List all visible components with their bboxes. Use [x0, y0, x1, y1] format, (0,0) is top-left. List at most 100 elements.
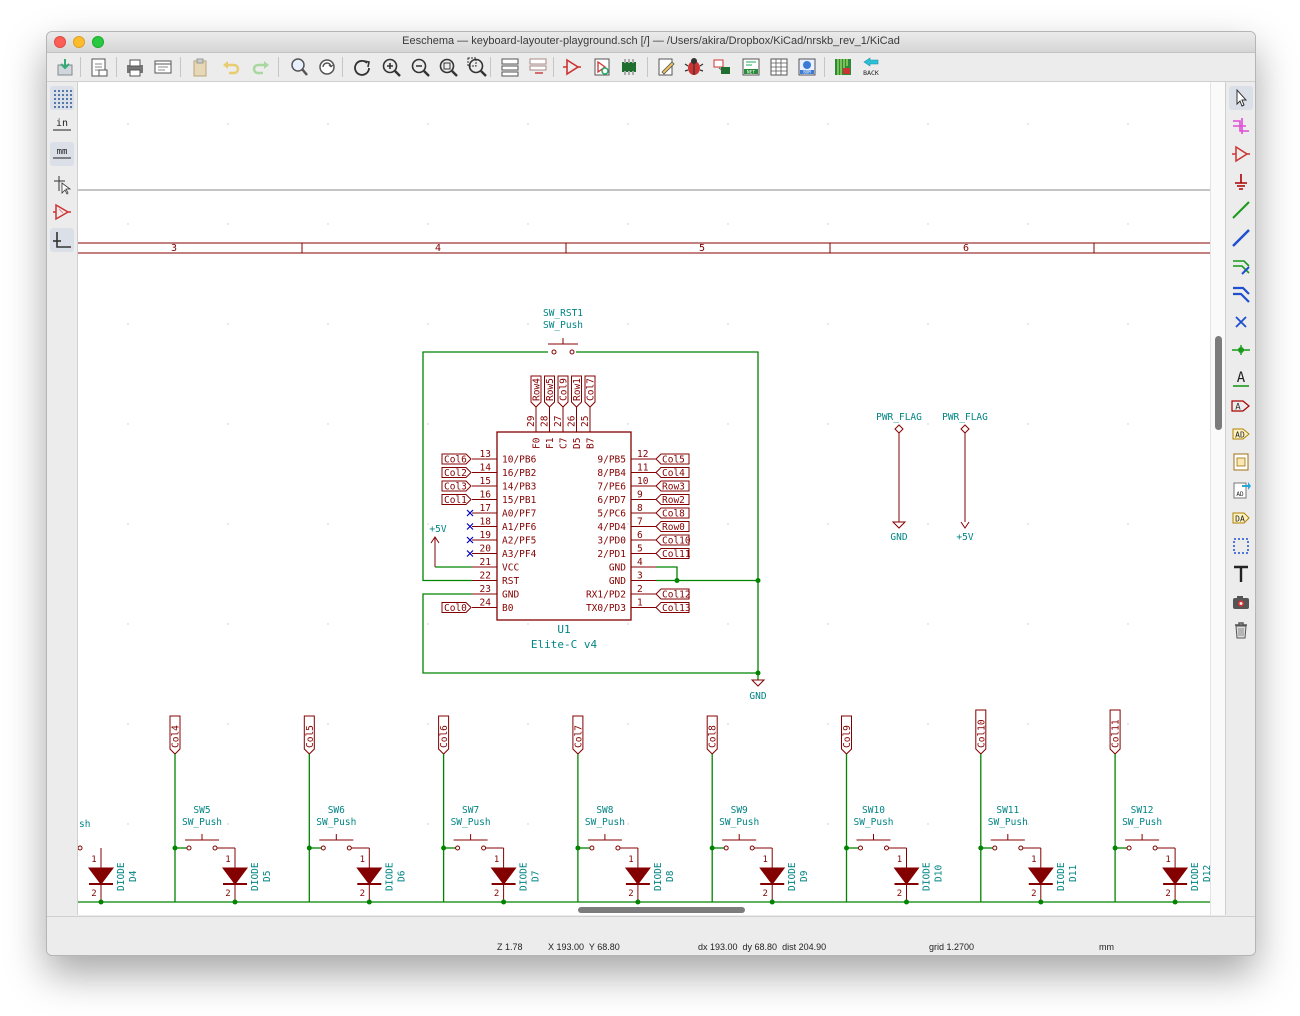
zoom-fit-button[interactable]	[436, 55, 460, 79]
redraw-button[interactable]	[350, 55, 374, 79]
zoom-selection-icon	[467, 57, 487, 77]
sheet-pin-icon[interactable]: DA	[1229, 506, 1253, 530]
switch-contact	[884, 845, 889, 851]
mcu-pin-number: 10	[637, 476, 649, 487]
bus-to-bus-entry-icon[interactable]	[1229, 282, 1253, 306]
diode-triangle	[356, 867, 383, 885]
redraw-icon	[354, 60, 370, 76]
column-label-text: Col11	[1111, 719, 1122, 748]
hierarchical-sheet-icon[interactable]	[1229, 450, 1253, 474]
global-label-text: Col6	[444, 455, 467, 466]
junction-dot	[978, 845, 984, 851]
save-button[interactable]	[53, 55, 77, 79]
back-button[interactable]: BACK	[859, 55, 883, 79]
find-icon	[291, 58, 308, 76]
footprint-editor-button[interactable]	[617, 55, 641, 79]
erc-button[interactable]	[682, 55, 706, 79]
select-tool-icon[interactable]	[1229, 86, 1253, 110]
switch-value: SW_Push	[316, 817, 356, 828]
global-label-icon[interactable]: A	[1229, 394, 1253, 418]
wire-to-bus-entry-icon[interactable]	[1229, 254, 1253, 278]
leave-sheet-button[interactable]	[526, 55, 550, 79]
bom-table-button[interactable]	[767, 55, 791, 79]
switch-reference: SW11	[996, 805, 1019, 816]
redo-button[interactable]	[249, 55, 273, 79]
vertical-scroll-thumb[interactable]	[1215, 336, 1222, 430]
diode-reference: D9	[799, 870, 810, 882]
zoom-selection-button[interactable]	[465, 55, 489, 79]
add-image-icon[interactable]	[1229, 590, 1253, 614]
grid-toggle-icon[interactable]	[50, 86, 74, 110]
symbol-editor-button[interactable]	[560, 55, 584, 79]
net-label-icon[interactable]: A	[1229, 366, 1253, 390]
hierarchy-button[interactable]	[498, 55, 522, 79]
switch-contact	[1152, 845, 1158, 851]
page-settings-button[interactable]	[87, 55, 111, 79]
undo-button[interactable]	[219, 55, 243, 79]
diode-pin-number: 1	[360, 855, 365, 865]
mcu-pin-number: 4	[637, 557, 643, 568]
cursor-shape-icon[interactable]	[50, 172, 74, 196]
zoom-out-button[interactable]	[408, 55, 432, 79]
switch-contact	[992, 845, 998, 851]
bom-button[interactable]: BOM	[795, 55, 819, 79]
netlist-button[interactable]: NET	[739, 55, 763, 79]
junction-icon[interactable]	[1229, 338, 1253, 362]
mcu-pin-number: 23	[480, 584, 491, 595]
toolbar-separator	[80, 57, 81, 77]
add-symbol-icon[interactable]	[1229, 142, 1253, 166]
assign-footprints-button[interactable]	[710, 55, 734, 79]
vertical-scrollbar[interactable]	[1210, 82, 1226, 915]
global-label-text: Row1	[572, 378, 583, 401]
gnd-symbol	[750, 679, 766, 687]
mcu-pin-name: B7	[586, 438, 597, 449]
zoom-in-button[interactable]	[379, 55, 403, 79]
toolbar-separator	[116, 57, 117, 77]
mcu-pin-name: GND	[609, 563, 626, 574]
import-sheet-pin-icon[interactable]: AD	[1229, 478, 1253, 502]
delta-readout: dx 193.00 dy 68.80 dist 204.90	[698, 942, 827, 952]
undo-icon	[223, 61, 240, 75]
schematic-drawing: 3 4 5 6U1Elite-C v413 10/PB6Col614 16/PB2Col2…	[78, 123, 1210, 905]
graphic-text-icon[interactable]	[1229, 562, 1253, 586]
plot-button[interactable]	[151, 55, 175, 79]
wire-orientation-icon[interactable]	[50, 228, 74, 252]
inch-units-icon[interactable]: in	[50, 114, 74, 138]
highlight-net-icon[interactable]	[1229, 114, 1253, 138]
junction-dot	[844, 845, 849, 851]
global-label-text: Col10	[662, 536, 691, 547]
find-button[interactable]	[287, 55, 311, 79]
mcu-pin-number: 20	[480, 544, 492, 555]
paste-button[interactable]	[188, 55, 212, 79]
switch-actuator	[453, 834, 488, 841]
schematic-canvas[interactable]: 3 4 5 6 U1 Elite-C v4 13 10/PB6 Col6 14 16/PB2 Col2…	[78, 82, 1210, 915]
diode-pin-number: 2	[360, 889, 365, 899]
annotate-button[interactable]	[654, 55, 678, 79]
switch-actuator	[587, 834, 622, 841]
symbol-browser-button[interactable]	[590, 55, 614, 79]
switch-contact	[212, 845, 218, 851]
mm-units-icon[interactable]: mm	[50, 142, 74, 166]
mcu-pin-name: 4/PD4	[597, 522, 626, 533]
hidden-pins-icon[interactable]	[50, 200, 74, 224]
horizontal-scroll-thumb[interactable]	[578, 907, 745, 913]
add-bus-icon[interactable]	[1229, 226, 1253, 250]
find-replace-button[interactable]	[315, 55, 339, 79]
no-connect-icon[interactable]	[1229, 310, 1253, 334]
graphic-lines-icon[interactable]	[1229, 534, 1253, 558]
junction-dot	[441, 845, 447, 851]
units-readout: mm	[1099, 942, 1114, 952]
svg-text:AD: AD	[1235, 431, 1245, 440]
diode-value: DIODE	[1056, 862, 1067, 891]
print-button[interactable]	[123, 55, 147, 79]
diode-pin-number: 1	[1031, 855, 1036, 865]
horizontal-scrollbar[interactable]	[78, 900, 1210, 915]
delete-tool-icon[interactable]	[1229, 618, 1253, 642]
pcbnew-button[interactable]	[831, 55, 855, 79]
global-label-text: Row4	[532, 378, 543, 401]
add-wire-icon[interactable]	[1229, 198, 1253, 222]
global-label-text: Col12	[662, 590, 691, 601]
diode-reference: D8	[665, 870, 676, 882]
hierarchical-label-icon[interactable]: AD	[1229, 422, 1253, 446]
add-power-icon[interactable]	[1229, 170, 1253, 194]
